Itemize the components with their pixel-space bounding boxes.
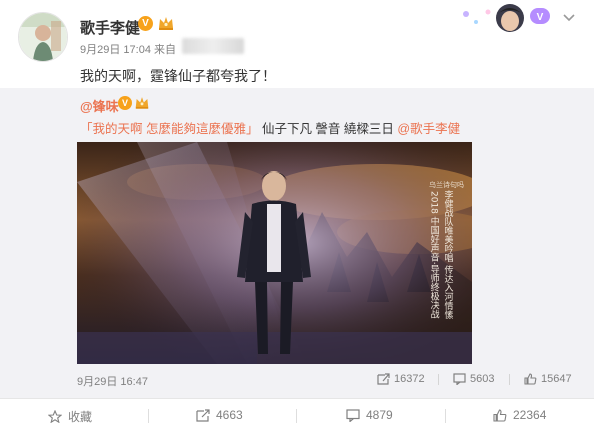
video-caption: 2018 中国好声音·导师终极决战 李健战队唯美吟唱 传达入河情愫 (424, 190, 456, 323)
divider (296, 409, 297, 423)
comment-button[interactable]: 4879 (346, 408, 393, 422)
comment-icon (346, 408, 360, 422)
repost-like-count: 15647 (541, 373, 572, 385)
post-time[interactable]: 9月29日 17:04 来自 (80, 41, 176, 57)
video-caption-line: 2018 中国好声音·导师终极决战 (428, 191, 439, 319)
repost-count: 4663 (216, 408, 243, 422)
repost-repost-count: 16372 (394, 373, 425, 385)
comment-count: 4879 (366, 408, 393, 422)
repost-quote: 「我的天啊 怎麼能夠這麼優雅」 (80, 122, 259, 136)
post-text: 我的天啊，霆锋仙子都夸我了！ (80, 68, 276, 84)
star-icon (48, 410, 62, 423)
svg-text:V: V (537, 12, 544, 23)
source-label: 来自 (154, 44, 176, 56)
thumbs-up-icon (524, 373, 537, 385)
repost-text: 「我的天啊 怎麼能夠這麼優雅」 仙子下凡 謦音 繞樑三日 @歌手李健 (80, 118, 460, 137)
favorite-label: 收藏 (68, 410, 93, 424)
divider (438, 374, 439, 385)
post-time-text: 9月29日 17:04 (80, 44, 151, 56)
post-source-redacted (182, 38, 244, 54)
repost-date[interactable]: 9月29日 16:47 (77, 373, 148, 389)
author-name[interactable]: 歌手李健 (80, 17, 140, 38)
like-count: 22364 (513, 408, 547, 422)
like-button[interactable]: 22364 (493, 408, 546, 422)
repost-like-button[interactable]: 15647 (524, 373, 572, 385)
repost-comment-button[interactable]: 5603 (453, 373, 494, 385)
video-tag: 乌兰诗句吗 (429, 181, 464, 189)
divider (445, 409, 446, 423)
video-player[interactable]: 乌兰诗句吗 2018 中国好声音·导师终极决战 李健战队唯美吟唱 传达入河情愫 (77, 142, 472, 364)
repost-button[interactable]: 4663 (196, 408, 243, 422)
repost-comment-count: 5603 (470, 373, 495, 385)
thumbs-up-icon (493, 408, 507, 422)
divider (509, 374, 510, 385)
repost-mention-link[interactable]: @歌手李健 (397, 122, 460, 136)
video-thumbnail (77, 142, 472, 364)
repost-verified-icon: V (118, 96, 132, 110)
share-icon (196, 408, 210, 422)
favorite-button[interactable]: 收藏 (48, 408, 92, 425)
video-caption-line: 李健战队唯美吟唱 传达入河情愫 (442, 190, 453, 319)
repost-vip-crown-icon (134, 95, 150, 110)
repost-text-rest: 仙子下凡 謦音 繞樑三日 (258, 122, 394, 136)
repost-repost-button[interactable]: 16372 (377, 373, 425, 385)
comment-icon (453, 373, 466, 385)
divider (148, 409, 149, 423)
vip-crown-icon (157, 15, 175, 31)
verified-icon: V (138, 16, 153, 31)
vip-banner[interactable]: V (458, 2, 556, 32)
repost-author[interactable]: @锋味 (80, 96, 119, 115)
avatar[interactable] (18, 12, 68, 62)
chevron-down-icon[interactable] (562, 10, 576, 22)
share-icon (377, 373, 390, 385)
